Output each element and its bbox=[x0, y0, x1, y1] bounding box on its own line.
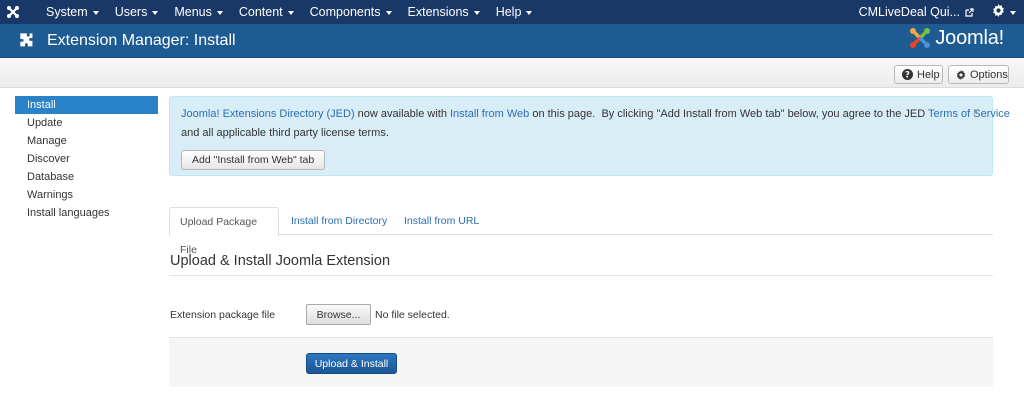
jed-info-alert: Joomla! Extensions Directory (JED) now a… bbox=[169, 96, 1010, 176]
tab-install-from-directory[interactable]: Install from Directory bbox=[281, 207, 397, 235]
help-button[interactable]: ? Help bbox=[894, 65, 943, 84]
file-status-text: No file selected. bbox=[375, 309, 450, 321]
nav-components[interactable]: Components bbox=[302, 0, 400, 24]
sidebar-item-update[interactable]: Update bbox=[15, 114, 158, 132]
alert-text-a: now available with bbox=[354, 108, 450, 120]
joomla-icon[interactable] bbox=[4, 2, 22, 22]
nav-help-label: Help bbox=[495, 5, 522, 19]
svg-text:?: ? bbox=[905, 71, 910, 80]
joomla-wordmark: Joomla! bbox=[935, 26, 1004, 49]
install-tabs: Upload Package File Install from Directo… bbox=[169, 207, 993, 256]
caret-down-icon bbox=[216, 10, 223, 15]
nav-menus-label: Menus bbox=[174, 5, 212, 19]
caret-down-icon bbox=[1010, 10, 1016, 15]
site-link[interactable]: CMLiveDeal Qui... bbox=[859, 5, 992, 19]
top-navbar: System Users Menus Content Components Ex… bbox=[0, 0, 1024, 24]
external-link-icon bbox=[965, 7, 974, 17]
terms-of-service-link[interactable]: Terms of Service bbox=[928, 108, 1010, 120]
jed-link[interactable]: Joomla! Extensions Directory (JED) bbox=[181, 108, 355, 120]
nav-system-label: System bbox=[46, 5, 88, 19]
site-link-label: CMLiveDeal Qui... bbox=[858, 5, 960, 19]
nav-menus[interactable]: Menus bbox=[166, 0, 231, 24]
tab-upload-package-file[interactable]: Upload Package File bbox=[169, 207, 279, 256]
sidebar-item-manage[interactable]: Manage bbox=[15, 132, 158, 150]
nav-users[interactable]: Users bbox=[107, 0, 167, 24]
gear-icon bbox=[992, 4, 1005, 20]
nav-users-label: Users bbox=[114, 5, 148, 19]
page-title: Extension Manager: Install bbox=[47, 32, 236, 49]
sidebar-item-install[interactable]: Install bbox=[15, 96, 158, 114]
sidebar-item-database[interactable]: Database bbox=[15, 168, 158, 186]
nav-help[interactable]: Help bbox=[488, 0, 541, 24]
sidebar-item-install-languages[interactable]: Install languages bbox=[15, 204, 158, 222]
section-title: Upload & Install Joomla Extension bbox=[170, 253, 391, 269]
nav-content-label: Content bbox=[238, 5, 283, 19]
sidebar-item-warnings[interactable]: Warnings bbox=[15, 186, 158, 204]
joomla-logo: Joomla! bbox=[908, 26, 1004, 50]
caret-down-icon bbox=[152, 10, 159, 15]
browse-button[interactable]: Browse... bbox=[306, 304, 371, 325]
help-button-label: Help bbox=[917, 68, 940, 81]
caret-down-icon bbox=[287, 10, 294, 15]
nav-extensions[interactable]: Extensions bbox=[400, 0, 488, 24]
options-button[interactable]: Options bbox=[948, 65, 1009, 84]
sidebar: Install Update Manage Discover Database … bbox=[15, 96, 158, 222]
nav-system[interactable]: System bbox=[38, 0, 107, 24]
caret-down-icon bbox=[385, 10, 392, 15]
caret-down-icon bbox=[473, 10, 480, 15]
navbar-right: CMLiveDeal Qui... bbox=[859, 0, 1016, 24]
install-from-web-link[interactable]: Install from Web bbox=[450, 108, 529, 120]
caret-down-icon bbox=[92, 10, 99, 15]
alert-text-b: on this page. By clicking "Add Install f… bbox=[529, 108, 929, 120]
tab-install-from-url[interactable]: Install from URL bbox=[394, 207, 489, 235]
joomla-logo-icon bbox=[910, 28, 931, 48]
gear-icon bbox=[956, 69, 966, 80]
alert-message-line2: and all applicable third party license t… bbox=[181, 127, 389, 139]
extension-package-file-label: Extension package file bbox=[170, 309, 276, 321]
form-actions: Upload & Install bbox=[169, 337, 993, 387]
nav-components-label: Components bbox=[309, 5, 381, 19]
caret-down-icon bbox=[526, 10, 533, 15]
section-divider bbox=[169, 275, 993, 276]
add-install-from-web-button[interactable]: Add "Install from Web" tab bbox=[181, 150, 326, 170]
puzzle-icon bbox=[18, 32, 34, 51]
options-button-label: Options bbox=[970, 68, 1008, 81]
nav-extensions-label: Extensions bbox=[407, 5, 469, 19]
sidebar-item-discover[interactable]: Discover bbox=[15, 150, 158, 168]
nav-content[interactable]: Content bbox=[231, 0, 302, 24]
user-menu-toggle[interactable] bbox=[992, 4, 1016, 20]
upload-install-button[interactable]: Upload & Install bbox=[306, 353, 397, 374]
question-circle-icon: ? bbox=[902, 69, 913, 80]
alert-message-line1: Joomla! Extensions Directory (JED) now a… bbox=[181, 108, 1010, 120]
toolbar: ? Help Options bbox=[0, 59, 1024, 88]
main-menu: System Users Menus Content Components Ex… bbox=[38, 0, 540, 24]
page-header: Extension Manager: Install Joomla! bbox=[0, 24, 1024, 58]
close-icon[interactable]: × bbox=[972, 104, 980, 119]
